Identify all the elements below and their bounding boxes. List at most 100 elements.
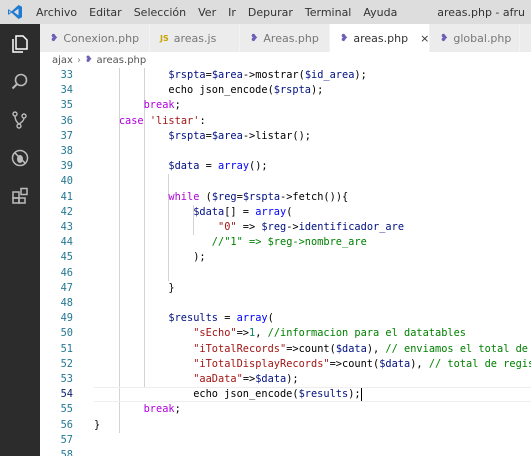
code-line[interactable]: 41 while ($reg=$rspta->fetch()){	[40, 190, 531, 205]
menu-item[interactable]: Terminal	[299, 6, 358, 19]
tab-areas-php[interactable]: ❥ Areas.php	[240, 24, 330, 52]
code-line[interactable]: 52 "iTotalDisplayRecords"=>count($data),…	[40, 357, 531, 372]
line-number: 53	[60, 373, 73, 385]
line-number: 49	[60, 312, 73, 325]
close-icon[interactable]: ×	[420, 32, 429, 45]
code-line[interactable]: 58	[40, 448, 531, 456]
code-line[interactable]: 44 //"1" => $reg->nombre_are	[40, 235, 531, 250]
code-line[interactable]: 33 $rspta=$area->mostrar($id_area);	[40, 68, 531, 83]
tab-areas-js[interactable]: JS areas.js	[150, 24, 240, 52]
code-token: ),	[410, 357, 429, 370]
code-line[interactable]: 49 $results = array(	[40, 311, 531, 326]
search-icon[interactable]	[6, 68, 34, 96]
code-line[interactable]: 56}	[40, 418, 531, 433]
code-text: );	[94, 250, 206, 265]
code-token: break	[143, 99, 175, 112]
code-line[interactable]: 42 $data[] = array(	[40, 205, 531, 220]
code-text: break;	[94, 402, 181, 417]
code-token: $data	[255, 373, 287, 385]
breadcrumb-file[interactable]: areas.php	[97, 55, 147, 66]
code-line[interactable]: 36 case 'listar':	[40, 114, 531, 129]
line-number: 41	[60, 190, 73, 203]
code-token: $data	[379, 357, 411, 370]
code-token: $results	[168, 312, 219, 325]
code-text: $data[] = array(	[94, 205, 292, 220]
code-line[interactable]: 57	[40, 433, 531, 448]
line-number: 40	[60, 175, 73, 188]
code-token: ;	[174, 99, 181, 112]
title-bar: Archivo Editar Selección Ver Ir Depurar Termin…	[0, 0, 531, 24]
source-control-icon[interactable]	[6, 106, 34, 134]
code-line[interactable]: 45 );	[40, 250, 531, 265]
line-number: 47	[60, 281, 73, 294]
code-text: "0" => $reg->identificador_are	[94, 220, 404, 235]
code-line[interactable]: 47 }	[40, 281, 531, 296]
code-token: );	[310, 84, 324, 97]
code-line[interactable]: 51 "iTotalRecords"=>count($data), // env…	[40, 342, 531, 357]
code-token: }	[94, 281, 175, 294]
code-token: );	[94, 251, 206, 264]
tab-global-php[interactable]: ❥ global.php	[430, 24, 520, 52]
code-line[interactable]: 53 "aaData"=>$data);	[40, 372, 531, 387]
line-number: 44	[60, 236, 73, 249]
menu-item[interactable]: Ayuda	[357, 6, 403, 19]
menu-item[interactable]: Ir	[222, 6, 242, 19]
line-number: 58	[60, 449, 73, 456]
js-icon: JS	[160, 33, 169, 43]
code-token: "iTotalRecords"	[193, 342, 287, 355]
code-editor[interactable]: 33 $rspta=$area->mostrar($id_area); 34 ec…	[40, 68, 531, 456]
code-token: $id_area	[304, 69, 355, 81]
line-number: 55	[60, 403, 73, 416]
code-text: "aaData"=>$data);	[94, 372, 298, 387]
code-token: $data	[168, 160, 200, 173]
code-line[interactable]: 46	[40, 266, 531, 281]
code-token: );	[354, 69, 367, 81]
code-line[interactable]: 34 echo json_encode($rspta);	[40, 83, 531, 98]
line-number: 33	[60, 69, 73, 81]
code-text: $data = array();	[94, 159, 267, 174]
code-line[interactable]: 39 $data = array();	[40, 159, 531, 174]
menu-item[interactable]: Archivo	[30, 6, 83, 19]
php-icon: ❥	[84, 55, 93, 65]
code-token: array	[255, 205, 287, 218]
code-line[interactable]: 40	[40, 174, 531, 189]
code-line[interactable]: 50 "sEcho"=>1, //informacion para el dat…	[40, 326, 531, 341]
tab-areas-php[interactable]: ❥ areas.php ×	[330, 24, 430, 52]
line-number: 52	[60, 357, 73, 370]
text-cursor	[360, 387, 362, 401]
code-token: // enviamos el total de r	[385, 342, 531, 355]
code-token: while	[168, 190, 200, 203]
code-line[interactable]: 37 $rspta=$area->listar();	[40, 129, 531, 144]
menu-item[interactable]: Ver	[192, 6, 222, 19]
code-line[interactable]: 35 break;	[40, 98, 531, 113]
code-token: ),	[366, 342, 386, 355]
tab-label: Areas.php	[263, 31, 319, 45]
debug-icon[interactable]	[6, 144, 34, 172]
tab-conexion-php[interactable]: ❥ Conexion.php	[40, 24, 150, 52]
menu-item[interactable]: Depurar	[242, 6, 299, 19]
code-line[interactable]: 43 "0" => $reg->identificador_are	[40, 220, 531, 235]
code-line[interactable]: 55 break;	[40, 402, 531, 417]
extensions-icon[interactable]	[6, 182, 34, 210]
code-line[interactable]: 48	[40, 296, 531, 311]
code-token: (	[199, 190, 212, 203]
code-token: $area	[211, 129, 243, 142]
menu-bar: Archivo Editar Selección Ver Ir Depurar Termin…	[30, 6, 403, 19]
code-token: (	[267, 312, 274, 325]
line-number: 46	[60, 266, 73, 279]
breadcrumb-folder[interactable]: ajax	[52, 55, 73, 66]
code-token: ,	[255, 327, 268, 340]
code-text: //"1" => $reg->nombre_are	[94, 235, 367, 250]
code-line[interactable]: 38	[40, 144, 531, 159]
breadcrumb: ajax › ❥ areas.php	[40, 52, 531, 68]
code-line[interactable]: 54 echo json_encode($results);	[40, 387, 531, 403]
menu-item[interactable]: Editar	[83, 6, 128, 19]
code-token: :	[199, 114, 206, 127]
menu-item[interactable]: Selección	[128, 6, 192, 19]
code-token: $rspta	[168, 129, 206, 142]
line-number: 57	[60, 433, 73, 446]
explorer-icon[interactable]	[6, 30, 34, 58]
code-token: (	[286, 205, 293, 218]
